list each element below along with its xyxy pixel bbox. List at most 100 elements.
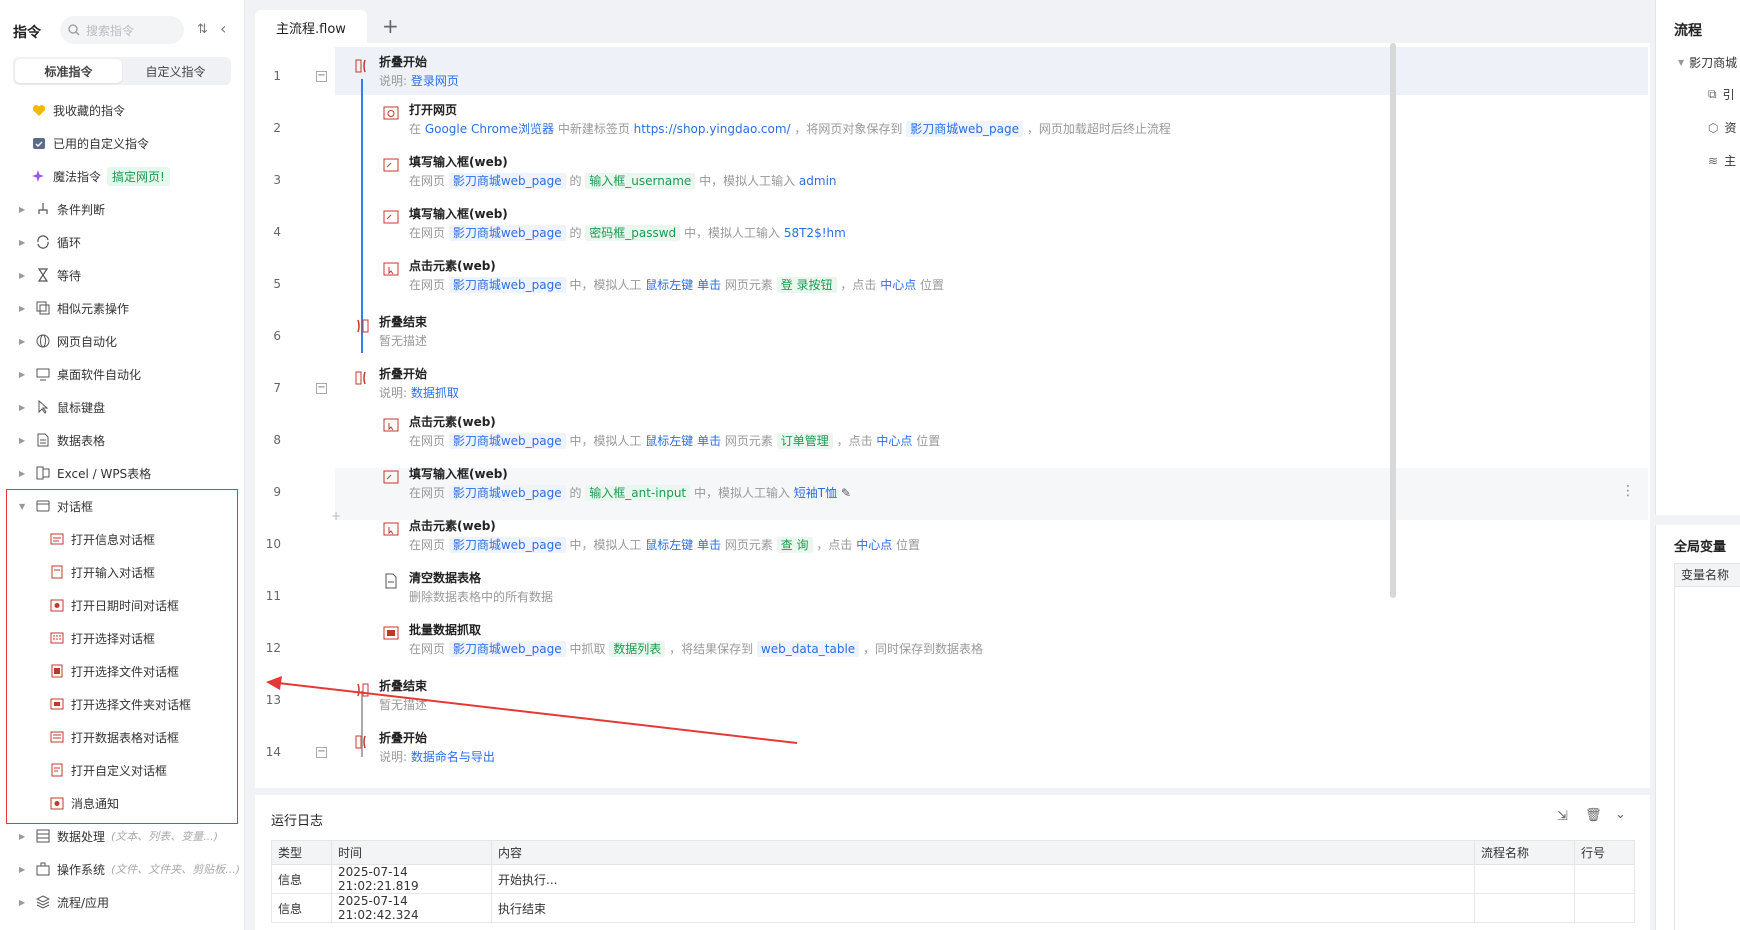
step-click-orders[interactable]: 点击元素(web) 在网页 影刀商城web_page 中，模拟人工 鼠标左键 单… <box>409 413 940 451</box>
step-fold-end[interactable]: 折叠结束 暂无描述 <box>379 313 427 351</box>
col-flow: 流程名称 <box>1474 840 1575 865</box>
trash-icon[interactable]: 🗑 <box>1585 808 1602 823</box>
chevron-down-icon[interactable]: ⌄ <box>1615 807 1626 822</box>
item-magic[interactable]: 魔法指令 搞定网页! <box>0 162 240 190</box>
layers-icon: ≋ <box>1708 153 1719 168</box>
item-desktop-auto[interactable]: ▶ 桌面软件自动化 <box>0 360 240 388</box>
loop-icon <box>35 234 51 250</box>
log-table: 类型 时间 内容 流程名称 行号 信息 2025-07-14 21:02:21.… <box>271 840 1635 923</box>
briefcase-icon <box>35 861 51 877</box>
var-name-header: 变量名称 <box>1674 563 1740 587</box>
fold-start-icon <box>355 371 366 385</box>
expand-arrow-icon: ▶ <box>19 468 26 478</box>
tab-custom[interactable]: 自定义指令 <box>122 59 229 83</box>
fold-guide-line <box>361 79 363 353</box>
cursor-icon <box>35 399 51 415</box>
batch-scrape-icon <box>383 626 399 640</box>
item-web-auto[interactable]: ▶ 网页自动化 <box>0 327 240 355</box>
item-used-custom[interactable]: 已用的自定义指令 <box>0 129 240 157</box>
item-data-processing[interactable]: ▶ 数据处理 (文本、列表、变量...) <box>0 822 240 850</box>
step-fill-search[interactable]: 填写输入框(web) 在网页 影刀商城web_page 的 输入框_ant-in… <box>409 465 851 503</box>
step-fill-username[interactable]: 填写输入框(web) 在网页 影刀商城web_page 的 输入框_userna… <box>409 153 837 191</box>
branch-icon <box>35 201 51 217</box>
line-number: 14 <box>265 745 281 759</box>
item-condition[interactable]: ▶ 条件判断 <box>0 195 240 223</box>
monitor-icon <box>35 366 51 382</box>
clear-table-icon <box>385 573 397 589</box>
line-number: 12 <box>265 641 281 655</box>
log-title: 运行日志 <box>271 814 324 829</box>
magic-tag: 搞定网页! <box>107 166 170 186</box>
more-options-icon[interactable]: ⋮ <box>1621 483 1635 499</box>
step-fold-start[interactable]: 折叠开始 说明: 数据命名与导出 <box>379 729 495 767</box>
step-click-query[interactable]: 点击元素(web) 在网页 影刀商城web_page 中，模拟人工 鼠标左键 单… <box>409 517 920 555</box>
fold-end-icon <box>357 683 369 697</box>
search-placeholder: 搜索指令 <box>86 23 135 38</box>
col-line: 行号 <box>1574 840 1635 865</box>
tab-standard[interactable]: 标准指令 <box>15 59 122 83</box>
collapse-panel-icon[interactable]: ‹ <box>220 19 226 38</box>
command-tabs: 标准指令 自定义指令 <box>13 57 231 85</box>
sort-icon[interactable]: ⇅ <box>197 22 208 37</box>
item-similar[interactable]: ▶ 相似元素操作 <box>0 294 240 322</box>
item-excel[interactable]: ▶ Excel / WPS表格 <box>0 459 240 487</box>
expand-arrow-icon: ▶ <box>19 435 26 445</box>
flow-tree-item[interactable]: ⬡ 资 <box>1708 119 1737 136</box>
data-icon <box>35 828 51 844</box>
item-os[interactable]: ▶ 操作系统 (文件、文件夹、剪贴板...) <box>0 855 240 883</box>
sparkle-icon <box>31 168 47 184</box>
step-fill-password[interactable]: 填写输入框(web) 在网页 影刀商城web_page 的 密码框_passwd… <box>409 205 846 243</box>
expand-arrow-icon: ▶ <box>19 369 26 379</box>
line-number: 11 <box>265 589 281 603</box>
add-tab-button[interactable]: + <box>382 14 399 38</box>
edit-note-icon[interactable]: ✎ <box>841 486 851 500</box>
insert-plus-icon[interactable]: + <box>331 509 341 523</box>
expand-arrow-icon: ▶ <box>19 336 26 346</box>
item-data-table[interactable]: ▶ 数据表格 <box>0 426 240 454</box>
command-panel: 指令 搜索指令 ⇅ ‹ 标准指令 自定义指令 我收藏的指令 已用的自定义指令 魔… <box>0 0 245 930</box>
var-list <box>1674 587 1740 930</box>
search-input[interactable]: 搜索指令 <box>60 16 184 44</box>
flow-tree-item[interactable]: ⧉ 引 <box>1708 86 1735 103</box>
step-batch-scrape[interactable]: 批量数据抓取 在网页 影刀商城web_page 中抓取 数据列表 ，将结果保存到… <box>409 621 983 659</box>
flow-tree-root[interactable]: ▼ 影刀商城 <box>1678 54 1737 71</box>
table-row[interactable]: 信息 2025-07-14 21:02:42.324 执行结束 <box>271 893 1635 923</box>
item-favorites[interactable]: 我收藏的指令 <box>0 96 240 124</box>
editor-scrollbar[interactable] <box>1390 43 1396 598</box>
step-open-web[interactable]: 打开网页 在 Google Chrome浏览器 中新建标签页 https://s… <box>409 101 1171 139</box>
heart-icon <box>31 102 47 118</box>
item-flow-app[interactable]: ▶ 流程/应用 <box>0 888 240 916</box>
step-fold-start[interactable]: 折叠开始 说明: 登录网页 <box>379 53 459 91</box>
expand-arrow-icon: ▶ <box>19 204 26 214</box>
step-clear-table[interactable]: 清空数据表格 删除数据表格中的所有数据 <box>409 569 553 607</box>
flow-editor: 1 2 3 4 5 6 7 8 9 10 11 12 13 14 − − − +… <box>255 43 1650 788</box>
fill-input-icon <box>383 210 399 224</box>
export-log-icon[interactable]: ⇲ <box>1557 809 1568 824</box>
doc-icon <box>35 432 51 448</box>
fold-toggle-icon[interactable]: − <box>316 71 327 82</box>
fold-toggle-icon[interactable]: − <box>316 383 327 394</box>
col-content: 内容 <box>491 840 1475 865</box>
line-number: 1 <box>273 69 281 83</box>
flow-tree-item[interactable]: ≋ 主 <box>1708 152 1736 169</box>
tab-main-flow[interactable]: 主流程.flow <box>255 10 367 44</box>
expand-arrow-icon: ▶ <box>19 270 26 280</box>
step-click-login[interactable]: 点击元素(web) 在网页 影刀商城web_page 中，模拟人工 鼠标左键 单… <box>409 257 944 295</box>
step-fold-end[interactable]: 折叠结束 暂无描述 <box>379 677 427 715</box>
item-wait[interactable]: ▶ 等待 <box>0 261 240 289</box>
table-row[interactable]: 信息 2025-07-14 21:02:21.819 开始执行... <box>271 864 1635 894</box>
item-loop[interactable]: ▶ 循环 <box>0 228 240 256</box>
expand-arrow-icon: ▶ <box>19 864 26 874</box>
fold-toggle-icon[interactable]: − <box>316 747 327 758</box>
expand-arrow-icon: ▶ <box>19 897 26 907</box>
item-mouse-kb[interactable]: ▶ 鼠标键盘 <box>0 393 240 421</box>
copy-icon <box>35 300 51 316</box>
fold-start-icon <box>355 59 366 73</box>
line-number: 7 <box>273 381 281 395</box>
click-element-icon <box>383 522 399 536</box>
step-fold-start[interactable]: 折叠开始 说明: 数据抓取 <box>379 365 459 403</box>
search-icon <box>68 24 80 36</box>
panel-divider[interactable] <box>1655 515 1740 525</box>
line-number: 3 <box>273 173 281 187</box>
click-element-icon <box>383 418 399 432</box>
